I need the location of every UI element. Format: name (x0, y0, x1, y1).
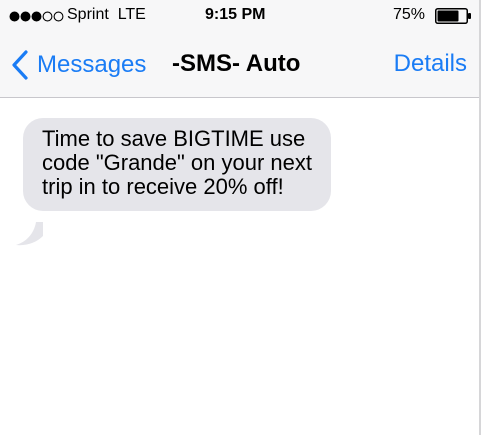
carrier-label: Sprint LTE (67, 6, 146, 24)
status-time: 9:15 PM (205, 6, 266, 23)
carrier-name: Sprint (67, 6, 109, 23)
bubble-tail (16, 222, 43, 246)
back-button[interactable]: Messages (11, 50, 146, 80)
details-button[interactable]: Details (394, 50, 467, 78)
battery-icon (435, 8, 471, 24)
back-label: Messages (37, 51, 147, 78)
message-bubble: Time to save BIGTIME use code "Grande" o… (23, 118, 331, 211)
status-bar: Sprint LTE 9:15 PM 75% (0, 0, 481, 32)
chevron-left-icon (12, 50, 28, 80)
signal-dots-icon (9, 11, 64, 22)
message-thread: Time to save BIGTIME use code "Grande" o… (0, 99, 481, 435)
conversation-title: -SMS- Auto (172, 50, 301, 77)
messages-screen: Sprint LTE 9:15 PM 75% Messages -SMS- Au… (0, 0, 481, 435)
network-type: LTE (117, 6, 146, 23)
navigation-bar: Messages -SMS- Auto Details (0, 32, 481, 98)
battery-percent: 75% (393, 6, 426, 23)
